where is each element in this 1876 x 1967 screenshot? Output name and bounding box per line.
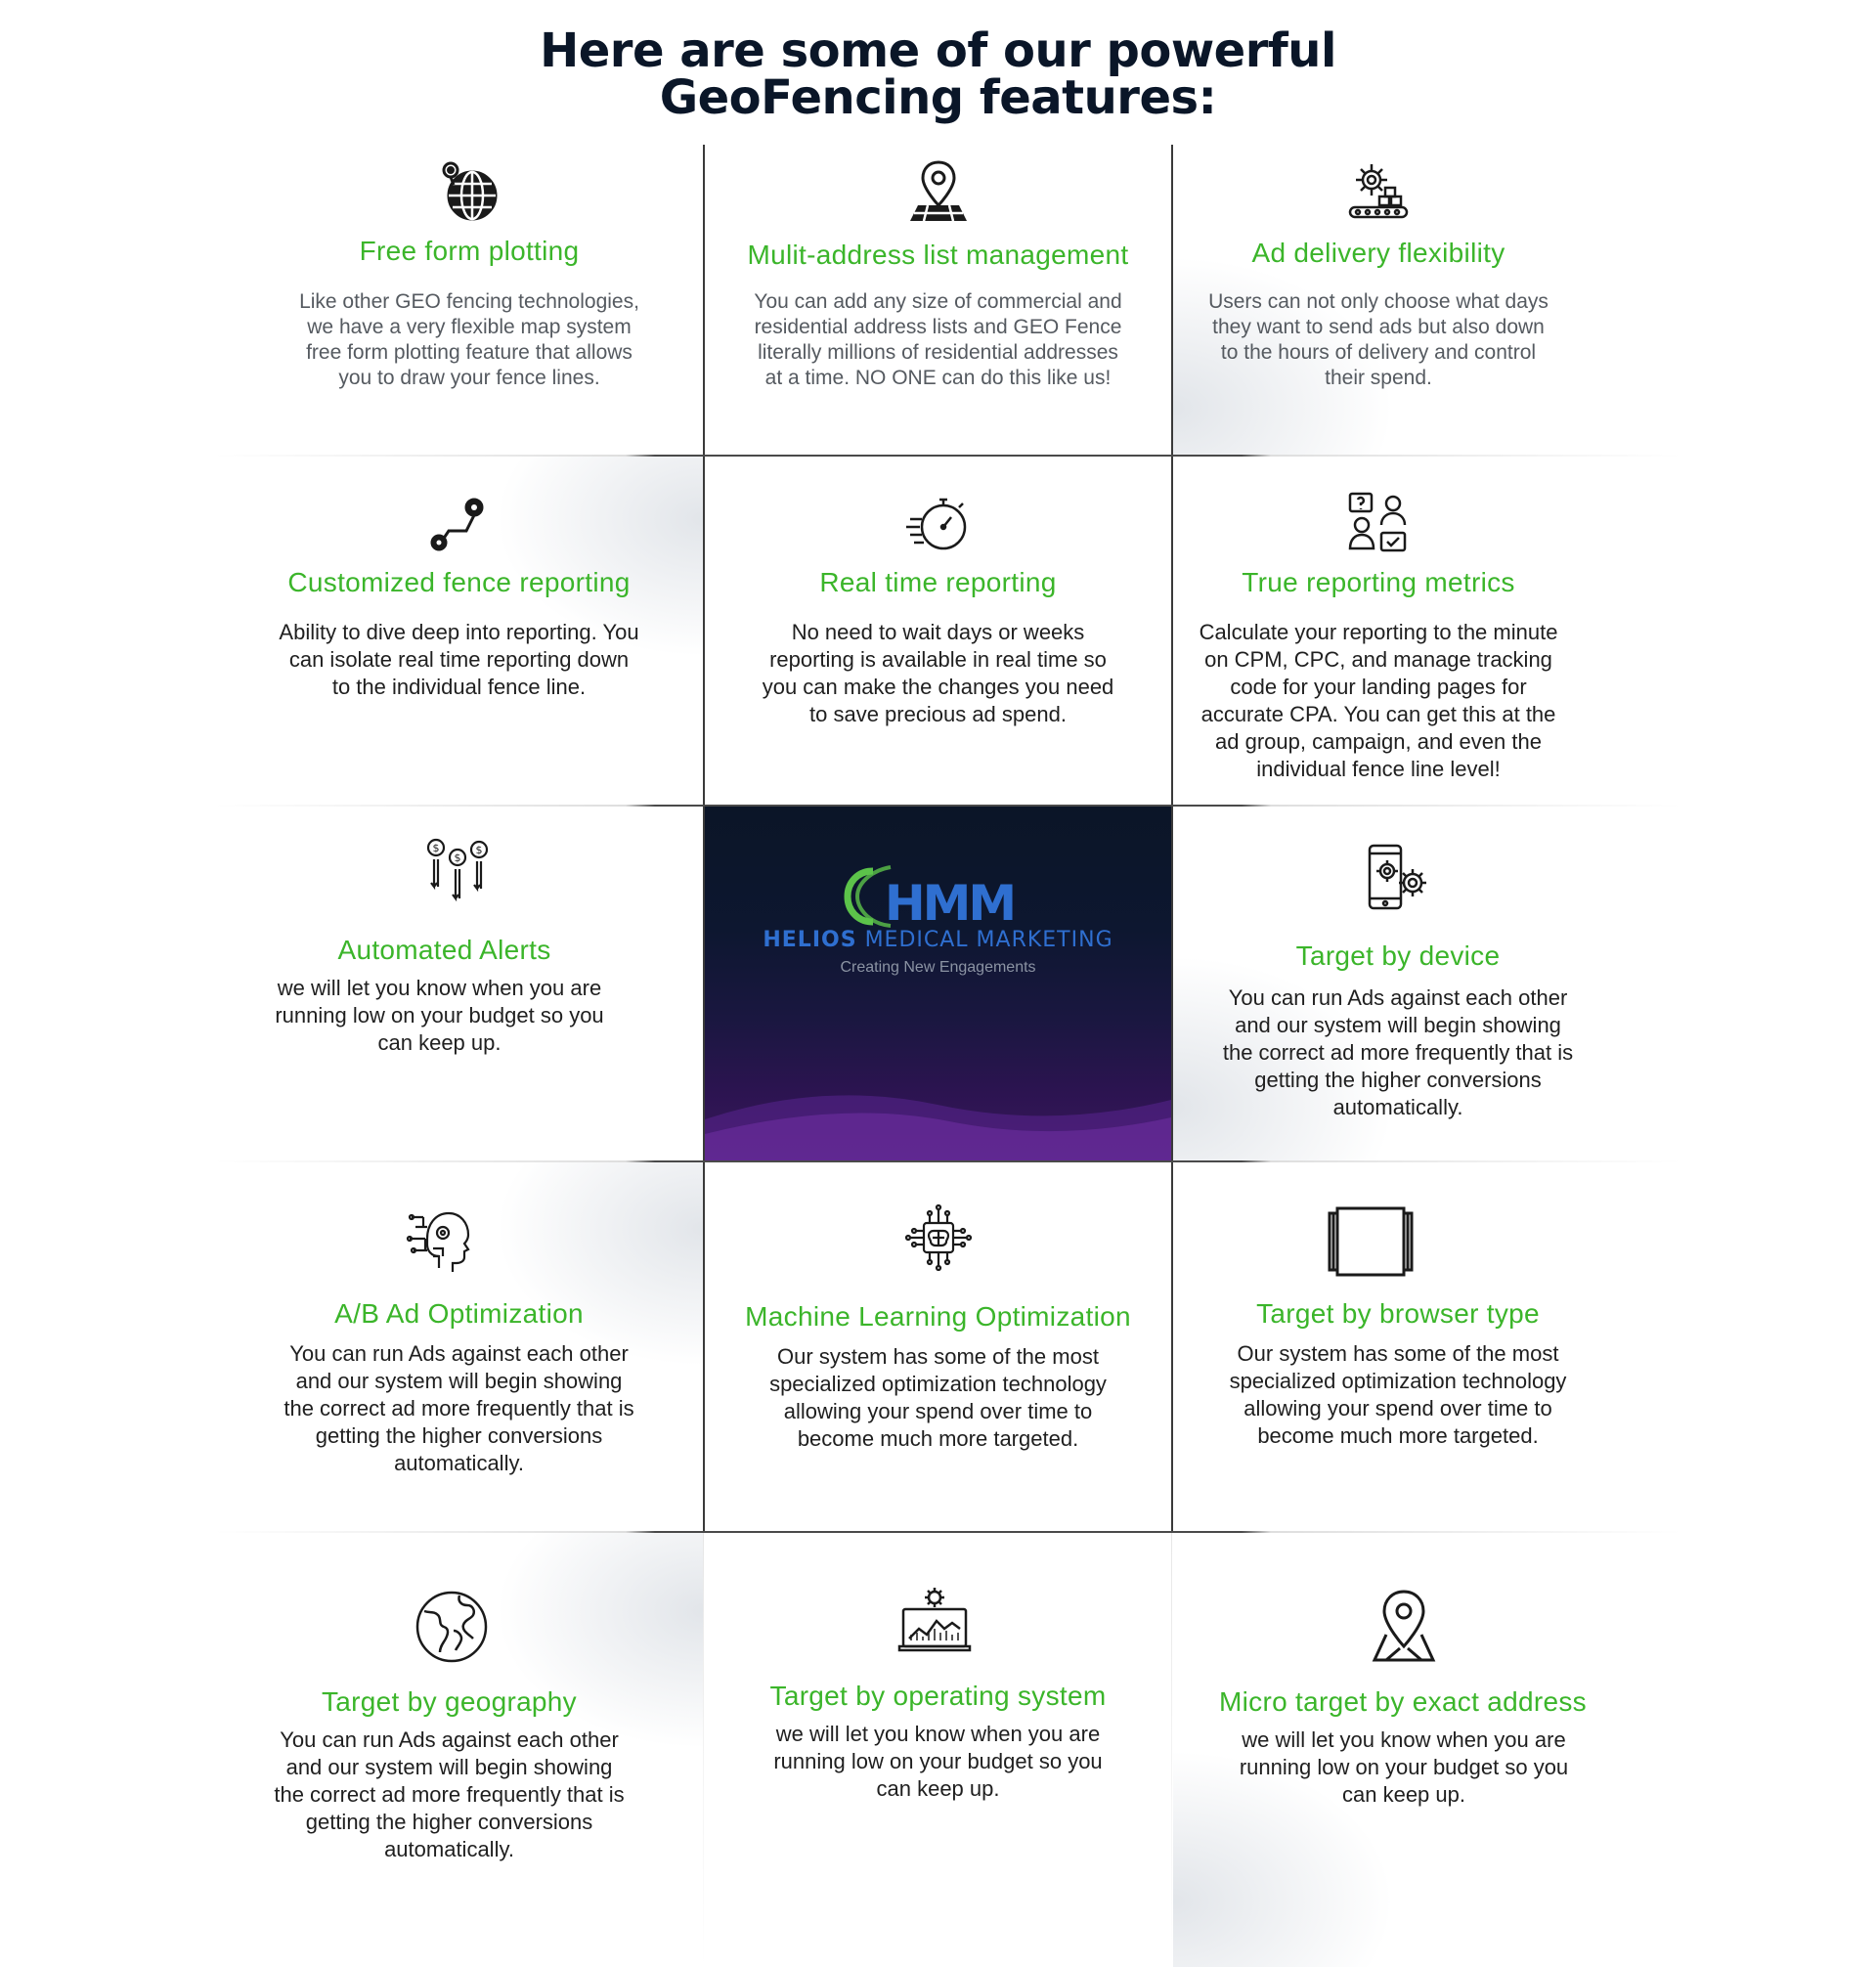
laptop-analytics-icon <box>897 1584 972 1658</box>
grid-divider <box>1171 1531 1172 1967</box>
feature-description: Our system has some of the most specializ… <box>769 1344 1107 1451</box>
svg-text:$: $ <box>475 844 482 856</box>
globe-pin-icon <box>435 156 503 225</box>
feature-card-real-time: Real time reporting No need to wait days… <box>705 457 1171 805</box>
feature-description: Our system has some of the most specializ… <box>1229 1341 1567 1448</box>
feature-description: You can run Ads against each other and ou… <box>1222 985 1574 1119</box>
feature-description: No need to wait days or weeks reporting i… <box>762 620 1114 726</box>
feature-card-automated-alerts: $ $ $ Automated Alerts we will let you k… <box>215 807 703 1160</box>
feature-title: A/B Ad Optimization <box>334 1298 584 1329</box>
feature-description: Calculate your reporting to the minute on… <box>1199 620 1558 781</box>
feature-card-ad-delivery: Ad delivery flexibility Users can not on… <box>1173 145 1642 455</box>
phone-gears-icon <box>1364 844 1432 912</box>
feature-title: True reporting metrics <box>1242 567 1515 597</box>
feature-description: Like other GEO fencing technologies, we h… <box>299 290 639 389</box>
feature-title: Mulit-address list management <box>747 240 1129 270</box>
location-pin-icon <box>1367 1588 1441 1666</box>
feature-card-ab-optimization: A/B Ad Optimization You can run Ads agai… <box>215 1162 703 1531</box>
feature-title: Micro target by exact address <box>1219 1686 1587 1717</box>
feature-description: You can run Ads against each other and ou… <box>284 1341 634 1475</box>
ai-head-icon <box>406 1203 474 1272</box>
feature-title: Target by operating system <box>769 1681 1107 1711</box>
feature-description: You can add any size of commercial and re… <box>754 290 1122 389</box>
browser-window-icon <box>1326 1205 1416 1278</box>
feature-description: we will let you know when you are running… <box>773 1722 1103 1801</box>
title-line-1: Here are some of our powerful <box>540 23 1336 78</box>
feature-title: Target by geography <box>322 1686 577 1717</box>
feature-title: Real time reporting <box>819 567 1057 597</box>
dollar-alerts-icon: $ $ $ <box>423 836 492 904</box>
logo-tagline: Creating New Engagements <box>840 959 1036 976</box>
logo-mark: HMM <box>705 865 1171 1160</box>
brain-chip-icon <box>904 1203 973 1272</box>
page-title: Here are some of our powerful GeoFencing… <box>0 27 1876 121</box>
feature-card-geography: Target by geography You can run Ads agai… <box>215 1533 703 1967</box>
feature-card-target-device: Target by device You can run Ads against… <box>1173 807 1642 1160</box>
feature-card-multi-address: Mulit-address list management You can ad… <box>705 145 1171 455</box>
feature-description: You can run Ads against each other and ou… <box>274 1727 625 1861</box>
feature-card-browser-type: Target by browser type Our system has so… <box>1173 1162 1642 1531</box>
gear-conveyor-icon <box>1344 156 1413 225</box>
feature-card-exact-address: Micro target by exact address we will le… <box>1173 1533 1642 1967</box>
svg-text:$: $ <box>454 852 460 864</box>
feature-title: Target by browser type <box>1256 1298 1540 1329</box>
feature-card-true-metrics: True reporting metrics Calculate your re… <box>1173 457 1642 805</box>
feature-title: Ad delivery flexibility <box>1251 238 1505 268</box>
route-icon <box>423 490 492 558</box>
feature-card-free-form-plotting: Free form plotting Like other GEO fencin… <box>235 145 704 455</box>
feature-description: we will let you know when you are running… <box>275 976 604 1055</box>
feature-description: Ability to dive deep into reporting. You… <box>279 620 639 699</box>
feature-card-operating-system: Target by operating system we will let y… <box>705 1533 1171 1967</box>
people-metrics-icon <box>1344 490 1413 558</box>
feature-card-customized-fence: Customized fence reporting Ability to di… <box>215 457 703 805</box>
feature-description: Users can not only choose what days they … <box>1208 290 1549 389</box>
grid-divider <box>703 1531 704 1967</box>
feature-description: we will let you know when you are running… <box>1239 1727 1569 1807</box>
stopwatch-icon <box>904 490 973 558</box>
map-pin-icon <box>904 156 973 225</box>
svg-text:HMM: HMM <box>885 875 1014 932</box>
title-line-2: GeoFencing features: <box>659 70 1217 125</box>
feature-title: Target by device <box>1295 940 1501 971</box>
svg-text:$: $ <box>432 842 439 854</box>
world-globe-icon <box>414 1590 489 1664</box>
feature-title: Machine Learning Optimization <box>745 1301 1131 1332</box>
feature-title: Free form plotting <box>359 236 580 266</box>
feature-card-machine-learning: Machine Learning Optimization Our system… <box>705 1162 1171 1531</box>
feature-title: Customized fence reporting <box>287 567 631 597</box>
helios-logo-panel: HMM HELIOS MEDICAL MARKETING Creating Ne… <box>705 807 1171 1160</box>
feature-title: Automated Alerts <box>337 935 551 965</box>
logo-company-name: HELIOS MEDICAL MARKETING <box>763 928 1113 952</box>
